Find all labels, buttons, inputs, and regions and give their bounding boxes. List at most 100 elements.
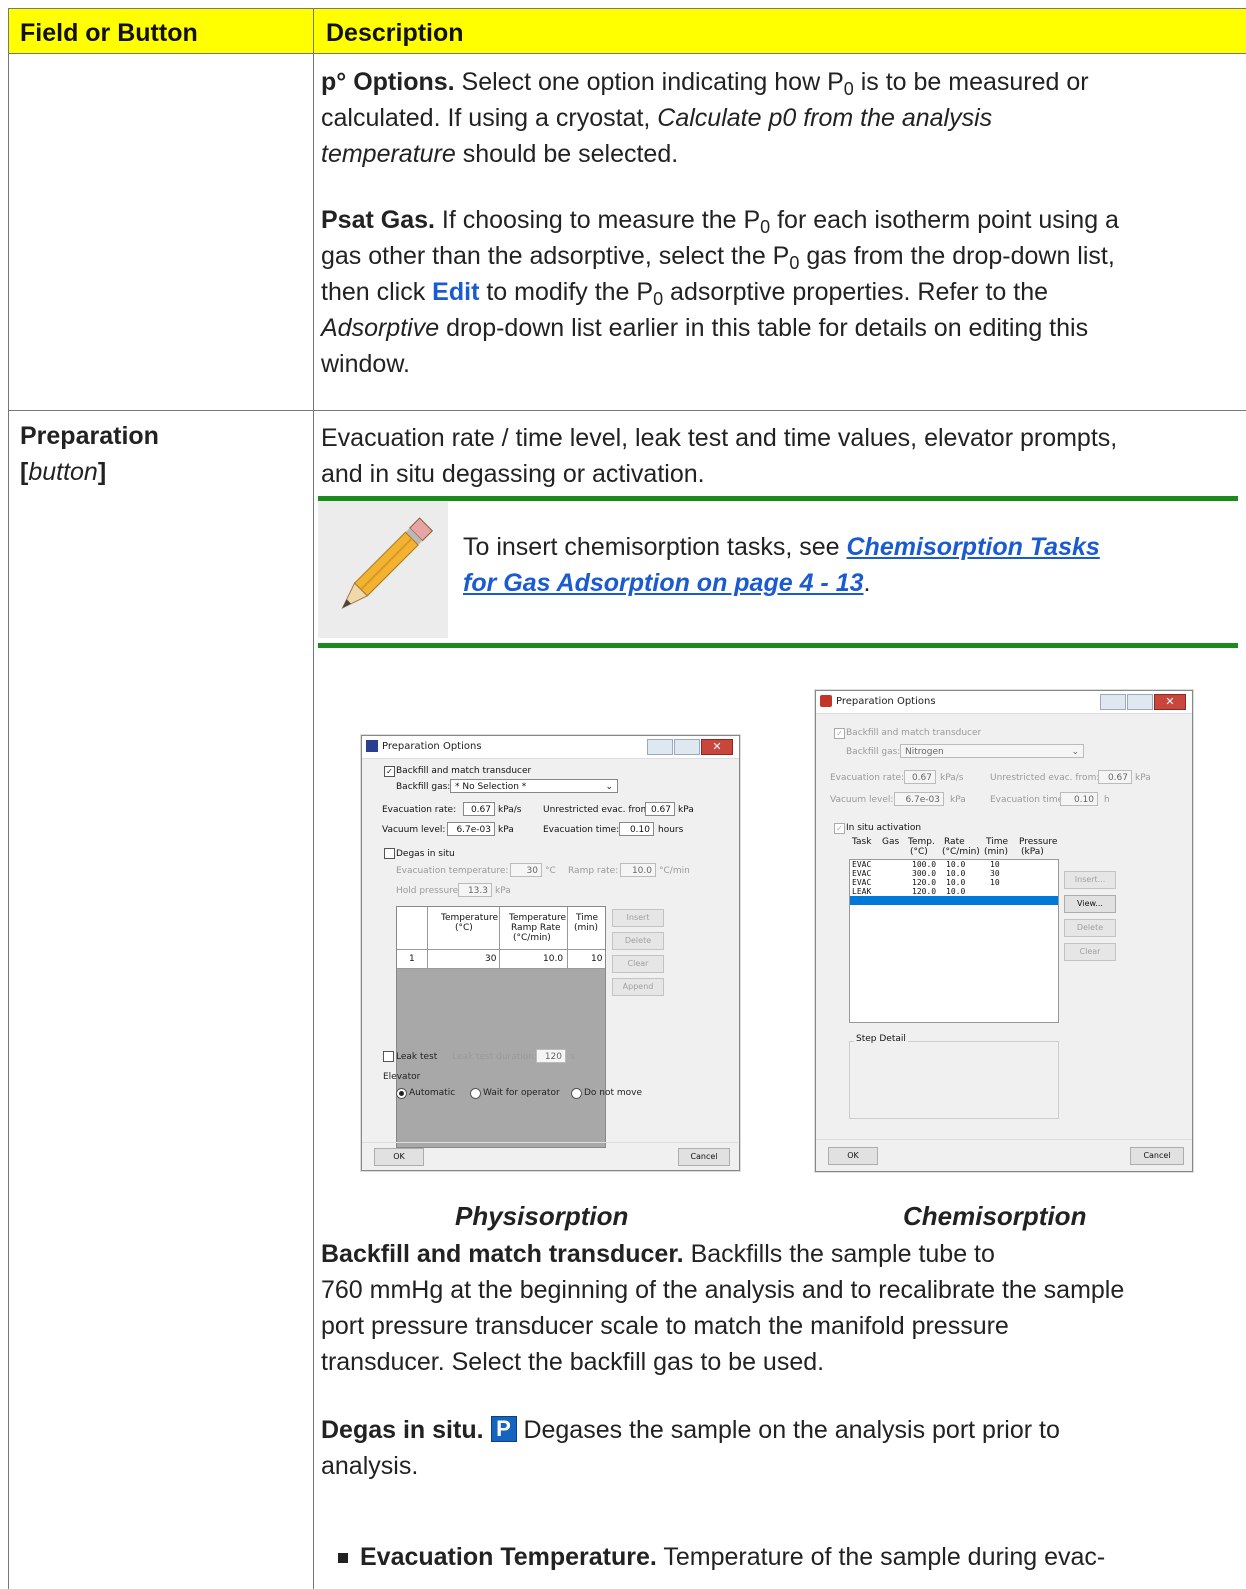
insert-button[interactable]: Insert: [612, 909, 664, 927]
evac-rate-input[interactable]: 0.67: [463, 802, 495, 816]
close-icon[interactable]: ✕: [701, 739, 733, 755]
ramp-input[interactable]: 10.0: [620, 863, 656, 877]
cancel-button[interactable]: Cancel: [678, 1148, 730, 1166]
elevator-label: Elevator: [383, 1072, 421, 1082]
edit-link[interactable]: Edit: [432, 278, 479, 306]
degas-steps-grid[interactable]: Temperature (°C) Temperature Ramp Rate (…: [396, 906, 606, 1148]
col-ramp: Temperature: [509, 913, 567, 923]
dialog-title: Preparation Options: [836, 696, 936, 707]
ok-button[interactable]: OK: [828, 1147, 878, 1165]
evac-time-unit: h: [1104, 795, 1110, 805]
degas-checkbox[interactable]: [384, 848, 395, 859]
col-time: Time: [576, 913, 599, 923]
evac-rate-input[interactable]: 0.67: [904, 770, 936, 784]
list-item[interactable]: EVAC 100.0 10.0 10: [850, 860, 1058, 869]
maximize-icon[interactable]: [1127, 694, 1153, 710]
backfill-checkbox[interactable]: ✓: [384, 766, 395, 777]
activation-task-list[interactable]: EVAC 100.0 10.0 10 EVAC 300.0 10.0 30 EVAC 120.…: [849, 859, 1059, 1023]
maximize-icon[interactable]: [674, 739, 700, 755]
grid-row[interactable]: [397, 950, 605, 969]
col-ramp2: Ramp Rate: [511, 923, 561, 933]
evac-temp-input[interactable]: 30: [510, 863, 542, 877]
radio-automatic[interactable]: [396, 1088, 407, 1099]
leak-duration-input[interactable]: 120: [536, 1049, 566, 1063]
evac-rate-unit: kPa/s: [940, 773, 964, 783]
psat-line2: gas other than the adsorptive, select th…: [321, 242, 1115, 273]
p-options-line3: temperature should be selected.: [321, 140, 679, 168]
dialog-title: Preparation Options: [382, 741, 482, 752]
vacuum-label: Vacuum level:: [382, 825, 446, 835]
chevron-down-icon: ⌄: [1071, 747, 1079, 757]
col-task: Task: [852, 837, 872, 847]
delete-button[interactable]: Delete: [612, 932, 664, 950]
backfill-gas-label: Backfill gas:: [396, 782, 451, 792]
list-item[interactable]: EVAC 120.0 10.0 10: [850, 878, 1058, 887]
evac-time-label: Evacuation time:: [543, 825, 620, 835]
backfill-gas-select[interactable]: Nitrogen ⌄: [900, 744, 1084, 758]
app-icon: [366, 740, 378, 752]
cancel-button[interactable]: Cancel: [1130, 1147, 1184, 1165]
col-time: Time: [986, 837, 1009, 847]
vacuum-input[interactable]: 6.7e-03: [447, 822, 495, 836]
ramp-label: Ramp rate:: [568, 866, 619, 876]
evac-time-input[interactable]: 0.10: [1060, 792, 1098, 806]
psat-line1: Psat Gas. If choosing to measure the P0 …: [321, 206, 1119, 237]
clear-button[interactable]: Clear: [1064, 943, 1116, 961]
caption-chemisorption: Chemisorption: [903, 1201, 1087, 1231]
unrestricted-label: Unrestricted evac. from:: [990, 773, 1100, 783]
minimize-icon[interactable]: [1100, 694, 1126, 710]
evac-rate-label: Evacuation rate:: [382, 805, 457, 815]
delete-button[interactable]: Delete: [1064, 919, 1116, 937]
preparation-button-label: [button]: [20, 458, 107, 486]
unrestricted-input[interactable]: 0.67: [645, 802, 675, 816]
clear-button[interactable]: Clear: [612, 955, 664, 973]
evac-temp-unit: °C: [545, 866, 556, 876]
step-detail-group: Step Detail: [849, 1034, 1059, 1119]
unrestricted-label: Unrestricted evac. from:: [543, 805, 653, 815]
evac-time-input[interactable]: 0.10: [619, 822, 654, 836]
insert-button[interactable]: Insert...: [1064, 871, 1116, 889]
evac-time-unit: hours: [658, 825, 684, 835]
preparation-desc-line1: Evacuation rate / time level, leak test …: [321, 424, 1118, 452]
hold-unit: kPa: [495, 886, 511, 896]
radio-automatic-label: Automatic: [409, 1088, 456, 1098]
minimize-icon[interactable]: [647, 739, 673, 755]
radio-nomove[interactable]: [571, 1088, 582, 1099]
selected-list-item[interactable]: [850, 896, 1058, 905]
vacuum-input[interactable]: 6.7e-03: [894, 792, 944, 806]
row-ramp: 10.0: [543, 954, 564, 964]
col-ramp3: (°C/min): [513, 933, 551, 943]
backfill-desc-line3: port pressure transducer scale to match …: [321, 1312, 1009, 1340]
table-header: Field or Button Description: [8, 8, 1246, 54]
col-temp-unit: (°C): [455, 923, 473, 933]
leak-duration-label: Leak test duration:: [452, 1052, 538, 1062]
activation-checkbox[interactable]: ✓: [834, 823, 845, 834]
note-pencil-icon: [318, 501, 448, 638]
hold-label: Hold pressure:: [396, 886, 462, 896]
degas-label: Degas in situ: [396, 849, 455, 859]
unrestricted-input[interactable]: 0.67: [1098, 770, 1132, 784]
list-item[interactable]: EVAC 300.0 10.0 30: [850, 869, 1058, 878]
note-text-line1: To insert chemisorption tasks, see Chemi…: [463, 533, 1100, 561]
row-divider: [8, 410, 1246, 411]
close-icon[interactable]: ✕: [1154, 694, 1186, 710]
backfill-checkbox[interactable]: ✓: [834, 728, 845, 739]
header-field-or-button: Field or Button: [20, 19, 198, 47]
leak-duration-unit: s: [570, 1052, 575, 1062]
list-item[interactable]: LEAK 120.0 10.0: [850, 887, 1058, 896]
unrestricted-unit: kPa: [1135, 773, 1151, 783]
psat-line3: then click Edit to modify the P0 adsorpt…: [321, 278, 1049, 309]
leak-test-checkbox-vis[interactable]: [383, 1051, 394, 1062]
backfill-gas-value: Nitrogen: [905, 747, 944, 757]
hold-input[interactable]: 13.3: [458, 883, 492, 897]
backfill-gas-select[interactable]: * No Selection * ⌄: [450, 779, 618, 793]
radio-wait[interactable]: [470, 1088, 481, 1099]
note-text-line2: for Gas Adsorption on page 4 - 13.: [463, 569, 871, 597]
ok-button[interactable]: OK: [374, 1148, 424, 1166]
degas-desc-line1: Degas in situ. P Degases the sample on t…: [321, 1416, 1060, 1444]
chemisorption-tasks-link[interactable]: Chemisorption Tasks: [847, 533, 1100, 561]
append-button[interactable]: Append: [612, 978, 664, 996]
view-button[interactable]: View...: [1064, 895, 1116, 913]
chemisorption-tasks-link-cont[interactable]: for Gas Adsorption on page 4 - 13: [463, 569, 864, 597]
radio-wait-label: Wait for operator: [483, 1088, 560, 1098]
